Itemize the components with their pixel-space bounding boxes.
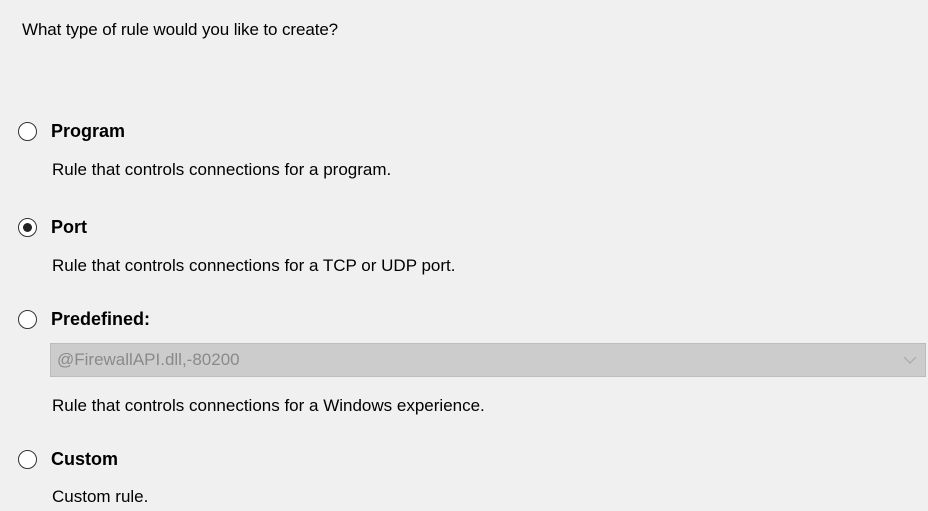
custom-description: Custom rule. (52, 487, 149, 506)
chevron-down-icon (895, 343, 925, 377)
predefined-description: Rule that controls connections for a Win… (52, 396, 485, 415)
port-radio-option[interactable]: Port (18, 217, 87, 238)
port-label: Port (51, 217, 87, 237)
port-description: Rule that controls connections for a TCP… (52, 256, 456, 275)
custom-radio-button[interactable] (18, 450, 37, 469)
predefined-rule-dropdown: @FirewallAPI.dll,-80200 (50, 343, 926, 377)
predefined-label: Predefined: (51, 309, 151, 329)
predefined-dropdown-value: @FirewallAPI.dll,-80200 (57, 350, 240, 369)
predefined-radio-option[interactable]: Predefined: (18, 309, 150, 330)
program-radio-button[interactable] (18, 122, 37, 141)
predefined-radio-button[interactable] (18, 310, 37, 329)
custom-radio-option[interactable]: Custom (18, 449, 118, 470)
custom-label: Custom (51, 449, 118, 469)
rule-type-prompt: What type of rule would you like to crea… (22, 20, 339, 39)
program-radio-option[interactable]: Program (18, 121, 125, 142)
program-description: Rule that controls connections for a pro… (52, 160, 392, 179)
program-label: Program (51, 121, 126, 141)
port-radio-button[interactable] (18, 218, 37, 237)
